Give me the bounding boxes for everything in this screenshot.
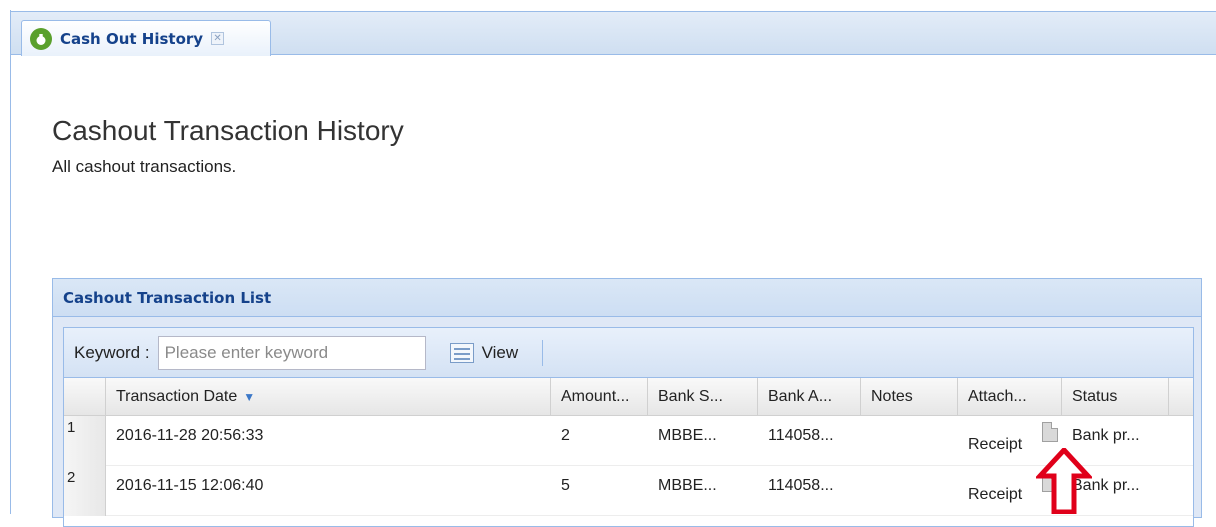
column-header-status[interactable]: Status bbox=[1062, 378, 1169, 416]
money-bag-icon bbox=[30, 27, 52, 50]
sort-descending-icon: ▼ bbox=[243, 390, 256, 404]
column-header-row-number bbox=[64, 378, 106, 416]
window-frame-left bbox=[10, 10, 11, 514]
cell-transaction-date: 2016-11-28 20:56:33 bbox=[116, 427, 264, 444]
tab-strip: Cash Out History ✕ bbox=[11, 11, 1216, 56]
cell-notes bbox=[861, 416, 958, 466]
list-view-icon bbox=[449, 342, 474, 363]
panel-title: Cashout Transaction List bbox=[63, 288, 272, 307]
page-description: All cashout transactions. bbox=[52, 157, 237, 176]
column-header-label: Transaction Date bbox=[116, 388, 238, 405]
receipt-link[interactable]: Receipt bbox=[968, 436, 1022, 454]
toolbar-separator bbox=[542, 339, 544, 366]
cell-bank-a: 114058... bbox=[768, 427, 834, 444]
cell-notes bbox=[861, 466, 958, 516]
tab-label: Cash Out History bbox=[60, 29, 204, 48]
column-header-attachment[interactable]: Attach... bbox=[958, 378, 1062, 416]
page-title: Cashout Transaction History bbox=[52, 114, 404, 146]
keyword-search-input[interactable] bbox=[157, 335, 426, 370]
cell-amount: 5 bbox=[561, 477, 570, 494]
view-button-label: View bbox=[481, 342, 519, 362]
tab-close-icon[interactable]: ✕ bbox=[211, 32, 225, 45]
panel-header: Cashout Transaction List bbox=[53, 279, 1201, 317]
cell-bank-s: MBBE... bbox=[658, 477, 717, 494]
grid-column-headers: Transaction Date ▼ Amount... Bank S... B… bbox=[64, 378, 1193, 416]
column-header-bank-s[interactable]: Bank S... bbox=[648, 378, 758, 416]
column-header-amount[interactable]: Amount... bbox=[551, 378, 648, 416]
cell-bank-a: 114058... bbox=[768, 477, 834, 494]
keyword-label: Keyword : bbox=[74, 342, 150, 362]
transaction-grid: Keyword : View Transaction Date ▼ Amount… bbox=[63, 327, 1194, 527]
cell-transaction-date: 2016-11-15 12:06:40 bbox=[116, 477, 264, 494]
tab-cash-out-history[interactable]: Cash Out History ✕ bbox=[21, 20, 271, 56]
cell-bank-s: MBBE... bbox=[658, 427, 717, 444]
row-number: 2 bbox=[64, 466, 106, 516]
grid-toolbar: Keyword : View bbox=[64, 328, 1193, 378]
table-row[interactable]: 2 2016-11-15 12:06:40 5 MBBE... 114058..… bbox=[64, 466, 1193, 516]
document-icon[interactable] bbox=[1042, 422, 1058, 442]
column-header-transaction-date[interactable]: Transaction Date ▼ bbox=[106, 378, 551, 416]
column-header-notes[interactable]: Notes bbox=[861, 378, 958, 416]
receipt-link[interactable]: Receipt bbox=[968, 486, 1022, 504]
transaction-list-panel: Cashout Transaction List Keyword : View … bbox=[52, 278, 1202, 527]
view-button[interactable]: View bbox=[444, 338, 525, 368]
table-row[interactable]: 1 2016-11-28 20:56:33 2 MBBE... 114058..… bbox=[64, 416, 1193, 466]
annotation-up-arrow-icon bbox=[1036, 448, 1092, 514]
column-header-bank-a[interactable]: Bank A... bbox=[758, 378, 861, 416]
cell-amount: 2 bbox=[561, 427, 570, 444]
row-number: 1 bbox=[64, 416, 106, 466]
